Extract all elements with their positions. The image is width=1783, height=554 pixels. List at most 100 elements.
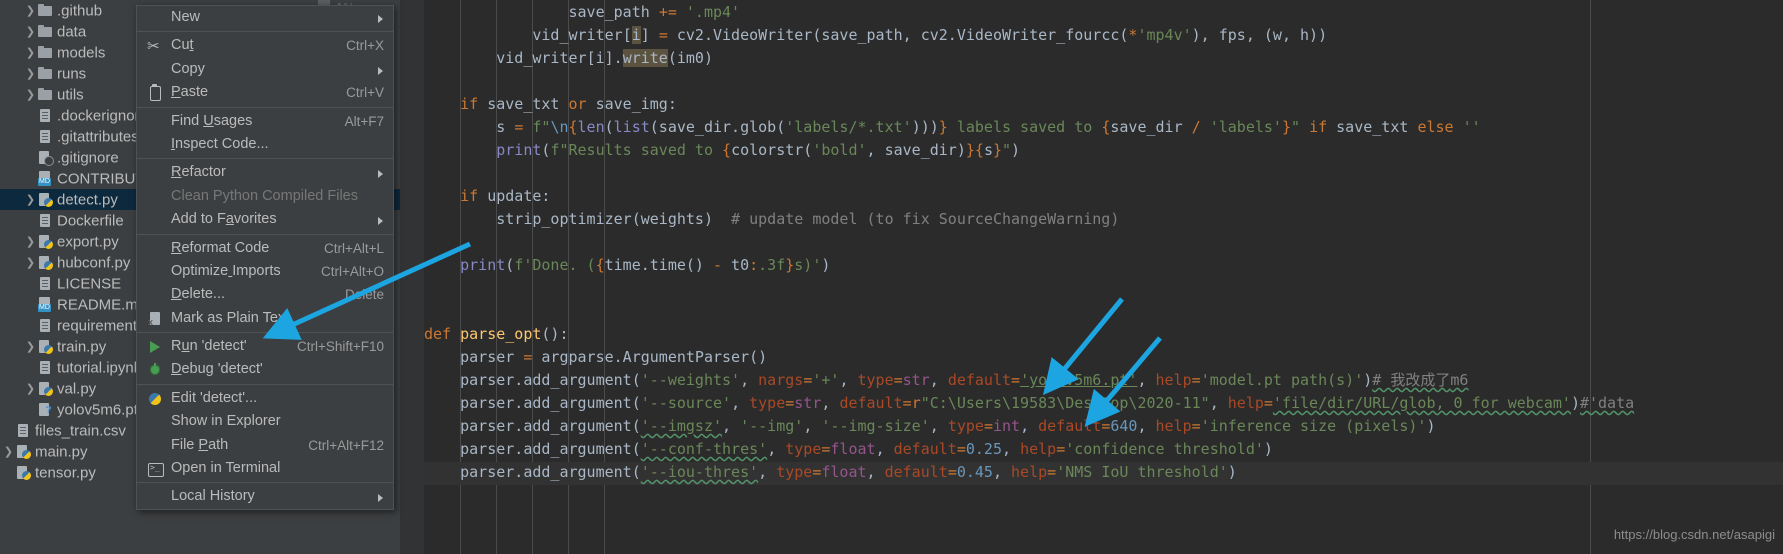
- python-icon: [37, 381, 54, 396]
- plaintext-icon: [147, 311, 163, 334]
- menu-item-label: Delete...: [171, 286, 226, 303]
- menu-item-edit-detect[interactable]: Edit 'detect'...: [137, 387, 393, 410]
- tree-item-label: tensor.py: [35, 464, 96, 482]
- python-icon: [37, 192, 54, 207]
- file-icon: [37, 213, 54, 228]
- chevron-right-icon[interactable]: ❯: [24, 232, 37, 253]
- folder-icon: [37, 24, 54, 39]
- chevron-right-icon: [378, 217, 383, 226]
- menu-item-find-usages[interactable]: Find Usages Alt+F7: [137, 110, 393, 133]
- python-icon: [37, 339, 54, 354]
- menu-item-open-in-terminal[interactable]: Open in Terminal: [137, 457, 393, 480]
- tree-item-label: Dockerfile: [57, 212, 124, 230]
- menu-item-label: New: [171, 9, 201, 25]
- chevron-right-icon[interactable]: ❯: [24, 379, 37, 400]
- menu-item-label: Debug 'detect': [171, 361, 263, 378]
- tree-item-label: detect.py: [57, 191, 118, 209]
- menu-separator: [137, 233, 393, 235]
- menu-item-paste[interactable]: Paste Ctrl+V: [137, 81, 393, 104]
- menu-item-label: Mark as Plain Text: [171, 309, 290, 326]
- menu-item-shortcut: Ctrl+Shift+F10: [296, 339, 384, 355]
- menu-item-clean-python-compiled-files: Clean Python Compiled Files: [137, 185, 393, 208]
- menu-item-shortcut: Alt+F7: [344, 113, 384, 129]
- file-icon: [37, 129, 54, 144]
- menu-item-new[interactable]: New: [137, 6, 393, 29]
- menu-item-shortcut: Ctrl+Alt+O: [320, 263, 384, 279]
- menu-item-mark-as-plain-text[interactable]: Mark as Plain Text: [137, 307, 393, 334]
- gitignore-icon: [37, 150, 54, 166]
- menu-item-label: Refactor: [171, 164, 226, 181]
- tree-item-label: .github: [57, 2, 103, 20]
- menu-item-label: Edit 'detect'...: [171, 389, 258, 406]
- menu-item-label: Optimize Imports: [171, 262, 281, 279]
- chevron-right-icon[interactable]: ❯: [24, 253, 37, 274]
- menu-item-label: Paste: [171, 84, 209, 101]
- tree-item-label: models: [57, 44, 106, 62]
- folder-icon: [37, 66, 54, 81]
- menu-item-label: Show in Explorer: [171, 413, 281, 430]
- tree-item-label: yolov5m6.pt: [57, 401, 138, 419]
- folder-icon: [37, 87, 54, 102]
- run-icon: [147, 339, 163, 355]
- menu-item-file-path[interactable]: File Path Ctrl+Alt+F12: [137, 434, 393, 457]
- menu-item-shortcut: Ctrl+Alt+F12: [308, 437, 384, 453]
- menu-item-local-history[interactable]: Local History: [137, 485, 393, 508]
- menu-item-label: Inspect Code...: [171, 135, 269, 152]
- tree-item-label: hubconf.py: [57, 254, 131, 272]
- chevron-right-icon[interactable]: ❯: [24, 43, 37, 64]
- watermark-text: https://blog.csdn.net/asapigi: [1613, 527, 1775, 542]
- tree-item-label: data: [57, 23, 87, 41]
- context-menu[interactable]: New Cut Ctrl+X Copy Paste Ctrl+V Find Usages Al…: [136, 5, 394, 510]
- python-icon: [147, 391, 163, 407]
- menu-item-run-detect[interactable]: Run 'detect' Ctrl+Shift+F10: [137, 335, 393, 358]
- tree-item-label: README.md: [57, 296, 147, 314]
- file-icon: [37, 360, 54, 375]
- folder-icon: [37, 45, 54, 60]
- menu-separator: [137, 106, 393, 108]
- menu-item-label: Open in Terminal: [171, 460, 281, 477]
- chevron-right-icon[interactable]: ❯: [2, 442, 15, 463]
- ide-window: ❯ .github ❯ data ❯ models ❯ runs ❯ utils .dockerig…: [0, 0, 1783, 554]
- menu-item-inspect-code[interactable]: Inspect Code...: [137, 133, 393, 156]
- menu-item-reformat-code[interactable]: Reformat Code Ctrl+Alt+L: [137, 237, 393, 260]
- menu-item-show-in-explorer[interactable]: Show in Explorer: [137, 410, 393, 433]
- tree-item-label: files_train.csv: [35, 422, 126, 440]
- chevron-right-icon[interactable]: ❯: [24, 85, 37, 106]
- source-code[interactable]: save_path += '.mp4' vid_writer[i] = cv2.…: [400, 0, 1634, 554]
- cut-icon: [147, 35, 163, 58]
- menu-item-shortcut: Delete: [344, 287, 384, 303]
- python-icon: [37, 255, 54, 270]
- menu-item-optimize-imports[interactable]: Optimize Imports Ctrl+Alt+O: [137, 260, 393, 283]
- menu-item-shortcut: Ctrl+X: [346, 38, 384, 54]
- menu-item-delete[interactable]: Delete... Delete: [137, 283, 393, 306]
- tree-item-label: LICENSE: [57, 275, 122, 293]
- menu-item-cut[interactable]: Cut Ctrl+X: [137, 34, 393, 58]
- tree-item-label: .gitattributes: [57, 128, 139, 146]
- menu-separator: [137, 31, 393, 33]
- tree-item-label: main.py: [35, 443, 88, 461]
- chevron-right-icon: [378, 66, 383, 75]
- code-editor[interactable]: save_path += '.mp4' vid_writer[i] = cv2.…: [400, 0, 1783, 554]
- folder-icon: [37, 3, 54, 18]
- menu-item-add-to-favorites[interactable]: Add to Favorites: [137, 208, 393, 231]
- chevron-right-icon[interactable]: ❯: [24, 1, 37, 22]
- chevron-right-icon[interactable]: ❯: [24, 190, 37, 211]
- tree-item-label: tutorial.ipynb: [57, 359, 143, 377]
- menu-separator: [137, 482, 393, 484]
- paste-icon: [147, 84, 163, 102]
- menu-item-shortcut: Ctrl+V: [346, 85, 384, 101]
- python-icon: [15, 444, 32, 459]
- chevron-right-icon: [378, 494, 383, 503]
- menu-item-label: Cut: [171, 37, 194, 54]
- menu-item-copy[interactable]: Copy: [137, 58, 393, 81]
- chevron-right-icon[interactable]: ❯: [24, 22, 37, 43]
- markdown-icon: [37, 171, 54, 186]
- menu-item-refactor[interactable]: Refactor: [137, 161, 393, 184]
- file-icon: [37, 108, 54, 123]
- chevron-right-icon[interactable]: ❯: [24, 64, 37, 85]
- python-icon: [37, 234, 54, 249]
- chevron-right-icon[interactable]: ❯: [24, 337, 37, 358]
- menu-item-label: Clean Python Compiled Files: [171, 187, 358, 204]
- menu-item-label: File Path: [171, 436, 229, 453]
- menu-item-debug-detect[interactable]: Debug 'detect': [137, 358, 393, 381]
